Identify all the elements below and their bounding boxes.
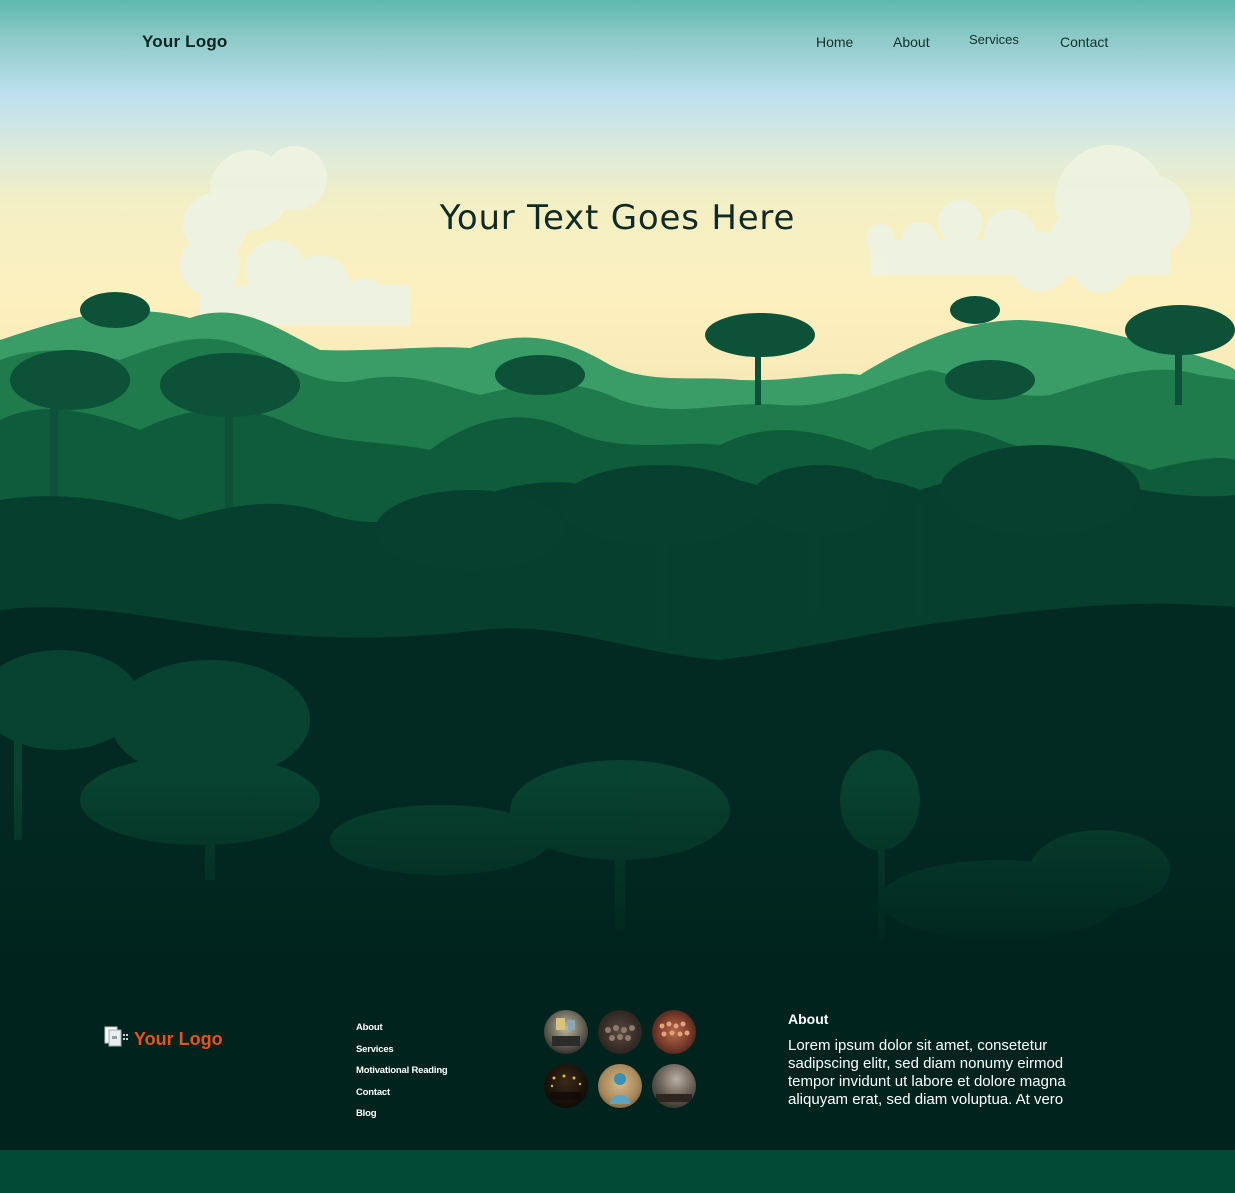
gallery-thumb-4[interactable]: [544, 1064, 588, 1108]
footer-link-motivational-reading[interactable]: Motivational Reading: [356, 1065, 448, 1087]
nav-contact[interactable]: Contact: [1060, 34, 1108, 50]
gallery-thumb-2[interactable]: [598, 1010, 642, 1054]
footer-link-about[interactable]: About: [356, 1022, 448, 1044]
main-nav: Home About Services Contact: [0, 32, 1235, 54]
nav-services[interactable]: Services: [969, 32, 1019, 47]
nav-home[interactable]: Home: [816, 34, 853, 50]
footer-links: About Services Motivational Reading Cont…: [356, 1022, 448, 1130]
bottom-bar: [0, 1150, 1235, 1193]
hero-section: Your Logo Home About Services Contact Yo…: [0, 0, 1235, 960]
footer-about-text: Lorem ipsum dolor sit amet, consetetur s…: [788, 1037, 1066, 1108]
footer-logo-text: Your Logo: [134, 1029, 223, 1049]
nav-about[interactable]: About: [893, 34, 930, 50]
forest-illustration: [0, 145, 1235, 960]
gallery-thumb-5[interactable]: [598, 1064, 642, 1108]
hero-title: Your Text Goes Here: [439, 198, 796, 238]
footer-link-services[interactable]: Services: [356, 1044, 448, 1066]
footer-about-heading: About: [788, 1011, 829, 1027]
footer-link-contact[interactable]: Contact: [356, 1087, 448, 1109]
gallery-thumb-1[interactable]: [544, 1010, 588, 1054]
footer-logo[interactable]: Your Logo: [104, 1026, 223, 1053]
gallery-thumb-3[interactable]: [652, 1010, 696, 1054]
document-logo-icon: [104, 1026, 130, 1053]
footer-link-blog[interactable]: Blog: [356, 1108, 448, 1130]
gallery-thumb-6[interactable]: [652, 1064, 696, 1108]
